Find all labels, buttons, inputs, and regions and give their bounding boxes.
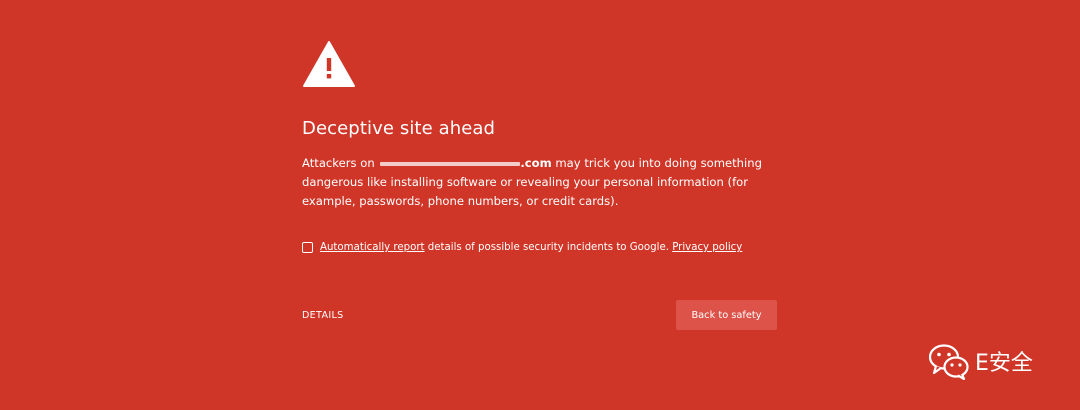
message-prefix: Attackers on (302, 156, 375, 170)
watermark-text: E安全 (975, 351, 1033, 376)
page-title: Deceptive site ahead (302, 118, 496, 139)
automatically-report-link[interactable]: Automatically report (320, 242, 425, 253)
warning-triangle-icon (303, 41, 355, 87)
warning-message: Attackers on .com may trick you into doi… (302, 154, 782, 211)
report-checkbox[interactable] (302, 242, 313, 253)
back-to-safety-button[interactable]: Back to safety (676, 300, 777, 330)
privacy-policy-link[interactable]: Privacy policy (672, 242, 742, 253)
report-row: Automatically report details of possible… (302, 242, 742, 253)
watermark: E安全 (928, 342, 1033, 380)
wechat-icon (928, 344, 969, 380)
report-text: details of possible security incidents t… (424, 242, 673, 253)
redacted-domain (380, 161, 521, 166)
domain-suffix: .com (520, 156, 552, 170)
details-button[interactable]: DETAILS (302, 310, 344, 321)
